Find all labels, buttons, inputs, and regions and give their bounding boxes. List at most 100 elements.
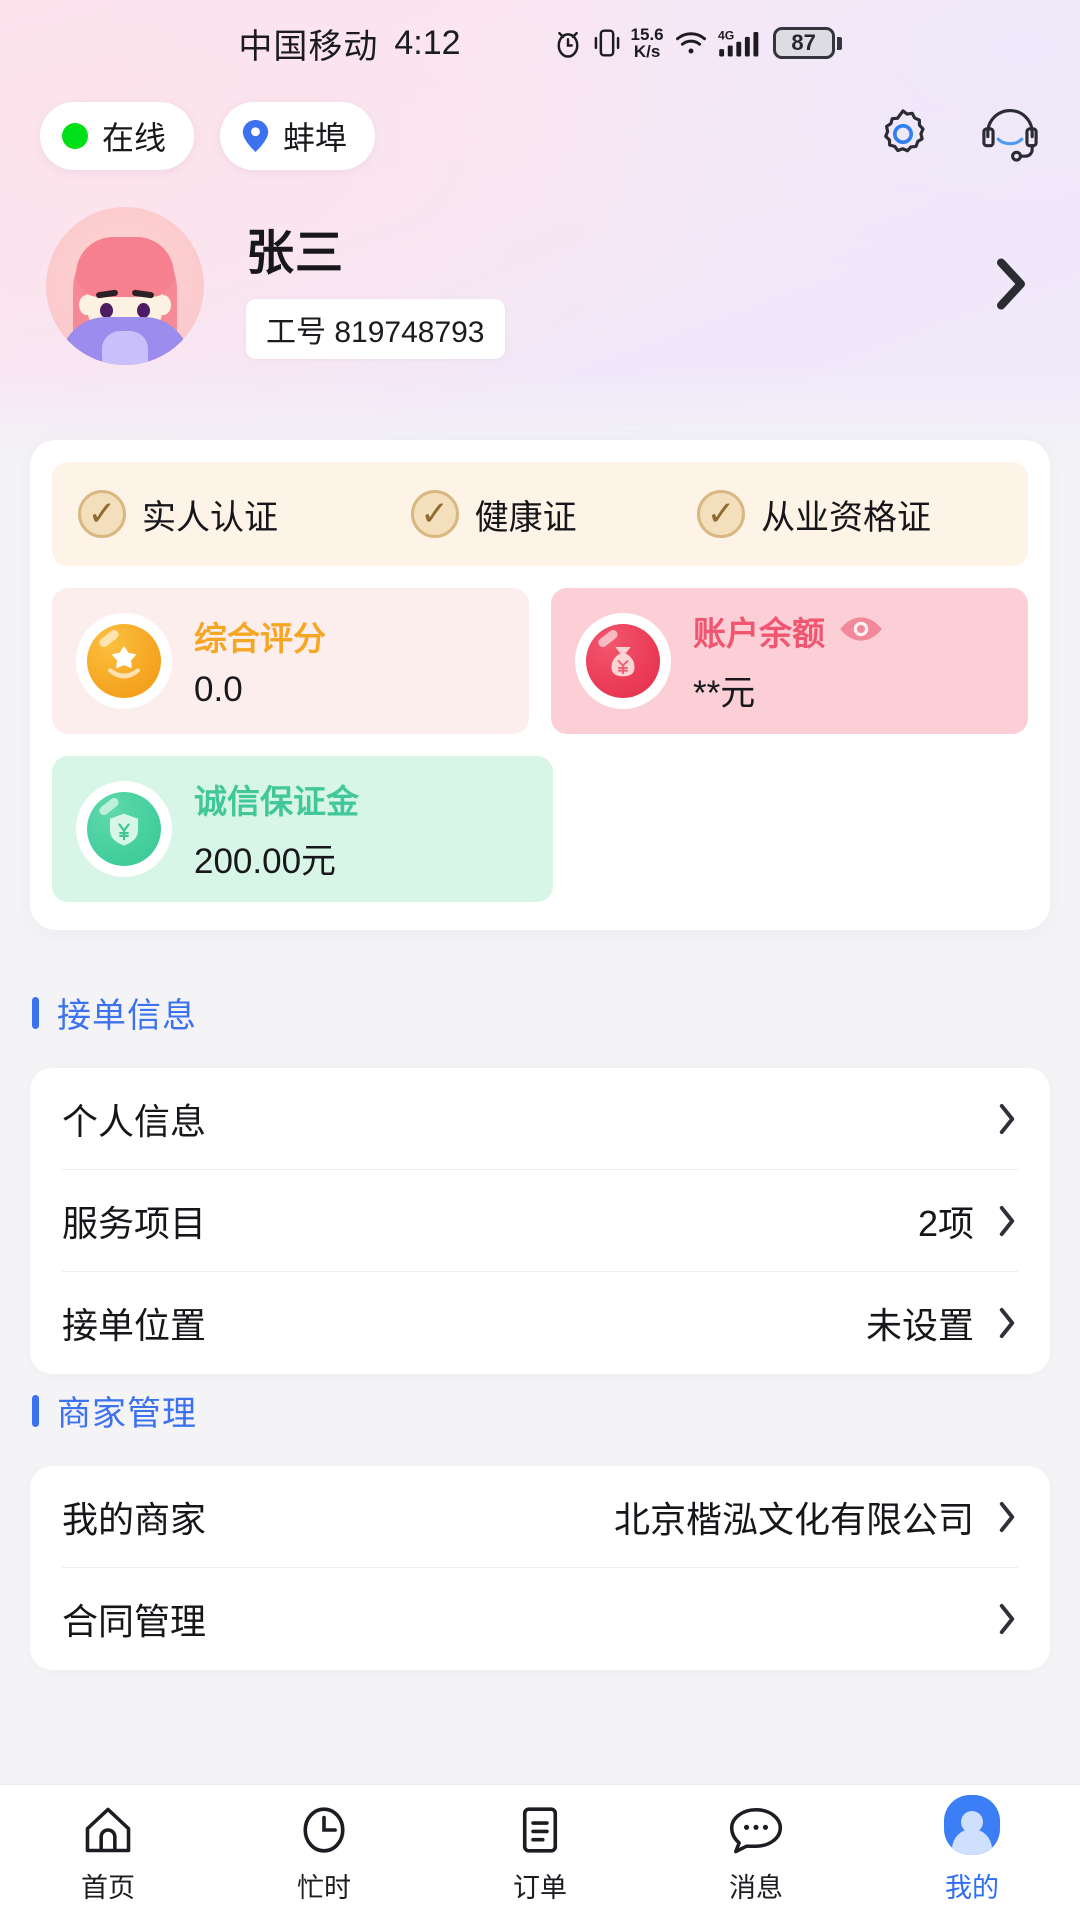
row-label: 接单位置 (62, 1305, 207, 1346)
check-circle-icon: ✓ (410, 490, 459, 538)
row-label: 我的商家 (62, 1498, 207, 1540)
certification-label: 健康证 (474, 498, 577, 537)
tab-messages[interactable]: 消息 (648, 1801, 864, 1905)
chevron-right-icon (996, 1204, 1018, 1238)
deposit-title: 诚信保证金 (194, 782, 359, 820)
deposit-value: 200.00元 (194, 841, 337, 881)
section-title-label: 商家管理 (57, 1395, 197, 1433)
section-title-label: 接单信息 (57, 997, 197, 1035)
network-speed-indicator: 15.6 K/s (630, 24, 664, 61)
clock-time: 4:12 (394, 23, 461, 62)
carrier-label: 中国移动 (238, 27, 379, 66)
row-label: 个人信息 (62, 1100, 207, 1142)
chevron-right-icon (996, 1500, 1018, 1534)
row-value: 2项 (917, 1202, 974, 1244)
row-value: 北京楷泓文化有限公司 (613, 1498, 974, 1540)
app-root: 中国移动 4:12 15.6 K/s 4G 87 在线 蚌埠 张三 工号 819… (0, 0, 1080, 1920)
tab-home[interactable]: 首页 (0, 1801, 216, 1905)
profile-header[interactable]: 张三 工号 819748793 (0, 186, 1080, 386)
section-accent-bar (32, 996, 39, 1029)
employee-id-badge: 工号 819748793 (246, 299, 505, 359)
section-header-order-info: 接单信息 (0, 988, 1080, 1037)
tab-profile[interactable]: 我的 (864, 1794, 1080, 1905)
tab-label: 忙时 (297, 1872, 351, 1903)
check-circle-icon: ✓ (697, 490, 746, 538)
location-pin-icon (242, 120, 269, 152)
tab-busy-time[interactable]: 忙时 (216, 1801, 432, 1905)
wifi-icon (675, 28, 707, 58)
stats-row-secondary: 诚信保证金 200.00元 (52, 756, 1028, 902)
list-item[interactable]: 接单位置 未设置 (62, 1272, 1018, 1374)
customer-service-icon[interactable] (980, 105, 1040, 168)
star-hand-icon (87, 624, 161, 698)
certification-item[interactable]: ✓ 健康证 (410, 490, 697, 539)
check-circle-icon: ✓ (78, 490, 126, 538)
tab-label: 消息 (729, 1872, 783, 1903)
list-item[interactable]: 我的商家 北京楷泓文化有限公司 (62, 1466, 1018, 1568)
battery-level-label: 87 (791, 30, 816, 55)
score-card[interactable]: 综合评分 0.0 (52, 588, 529, 734)
section-accent-bar (32, 1394, 39, 1427)
balance-card[interactable]: 账户余额 **元 (551, 588, 1028, 734)
order-info-list: 个人信息 服务项目 2项 接单位置 未设置 (30, 1068, 1050, 1374)
row-value: 未设置 (865, 1305, 974, 1346)
tab-orders[interactable]: 订单 (432, 1801, 648, 1905)
location-label: 蚌埠 (283, 120, 348, 156)
profile-chevron-right-icon[interactable] (988, 256, 1034, 317)
section-header-merchant-management: 商家管理 (0, 1386, 1080, 1435)
chevron-right-icon (996, 1602, 1018, 1636)
score-value: 0.0 (194, 670, 243, 709)
row-label: 服务项目 (62, 1202, 207, 1244)
tab-label: 订单 (513, 1872, 567, 1903)
certification-label: 从业资格证 (761, 498, 932, 537)
certification-item[interactable]: ✓ 实人认证 (78, 490, 411, 539)
chat-bubble-icon (729, 1801, 783, 1855)
profile-person-icon (944, 1794, 1000, 1855)
score-icon-wrap (76, 613, 172, 709)
stats-spacer (575, 756, 1028, 902)
bottom-tab-bar: 首页 忙时 订单 消息 我的 (0, 1784, 1080, 1920)
certification-row: ✓ 实人认证 ✓ 健康证 ✓ 从业资格证 (52, 462, 1028, 566)
certification-label: 实人认证 (142, 498, 278, 537)
location-pill[interactable]: 蚌埠 (220, 102, 376, 170)
battery-icon: 87 (772, 27, 842, 59)
clock-icon (299, 1801, 349, 1855)
list-item[interactable]: 个人信息 (62, 1068, 1018, 1170)
avatar (46, 207, 204, 365)
shield-yuan-icon (87, 792, 161, 866)
page-title: 张三 (246, 227, 345, 280)
certification-item[interactable]: ✓ 从业资格证 (697, 490, 1002, 539)
money-bag-icon (586, 624, 660, 698)
list-item[interactable]: 合同管理 (62, 1568, 1018, 1670)
top-action-bar: 在线 蚌埠 (0, 98, 1080, 174)
settings-icon[interactable] (874, 105, 932, 168)
online-status-label: 在线 (102, 120, 167, 156)
tab-label: 首页 (81, 1872, 135, 1903)
row-label: 合同管理 (62, 1601, 207, 1642)
vibrate-icon (594, 27, 620, 59)
status-bar: 中国移动 4:12 15.6 K/s 4G 87 (0, 0, 1080, 86)
deposit-icon-wrap (76, 781, 172, 877)
online-status-dot-icon (62, 123, 88, 149)
eye-icon[interactable] (839, 612, 883, 650)
deposit-card[interactable]: 诚信保证金 200.00元 (52, 756, 553, 902)
network-speed-value: 15.6 (630, 24, 664, 44)
online-status-pill[interactable]: 在线 (40, 102, 195, 170)
list-item[interactable]: 服务项目 2项 (62, 1170, 1018, 1272)
merchant-management-list: 我的商家 北京楷泓文化有限公司 合同管理 (30, 1466, 1050, 1670)
network-speed-unit: K/s (633, 42, 661, 61)
score-title: 综合评分 (194, 620, 326, 657)
alarm-icon (553, 27, 583, 59)
order-document-icon (518, 1801, 562, 1855)
home-icon (82, 1801, 134, 1855)
tab-label: 我的 (945, 1872, 999, 1903)
svg-text:4G: 4G (718, 28, 734, 42)
summary-card: ✓ 实人认证 ✓ 健康证 ✓ 从业资格证 综合评分 0.0 账户余额 **元 诚… (30, 440, 1050, 930)
chevron-right-icon (996, 1102, 1018, 1136)
stats-row-primary: 综合评分 0.0 账户余额 **元 (52, 588, 1028, 734)
chevron-right-icon (996, 1306, 1018, 1340)
balance-value: **元 (693, 673, 756, 713)
balance-icon-wrap (575, 613, 671, 709)
balance-title: 账户余额 (693, 607, 883, 655)
signal-icon: 4G (718, 27, 762, 59)
